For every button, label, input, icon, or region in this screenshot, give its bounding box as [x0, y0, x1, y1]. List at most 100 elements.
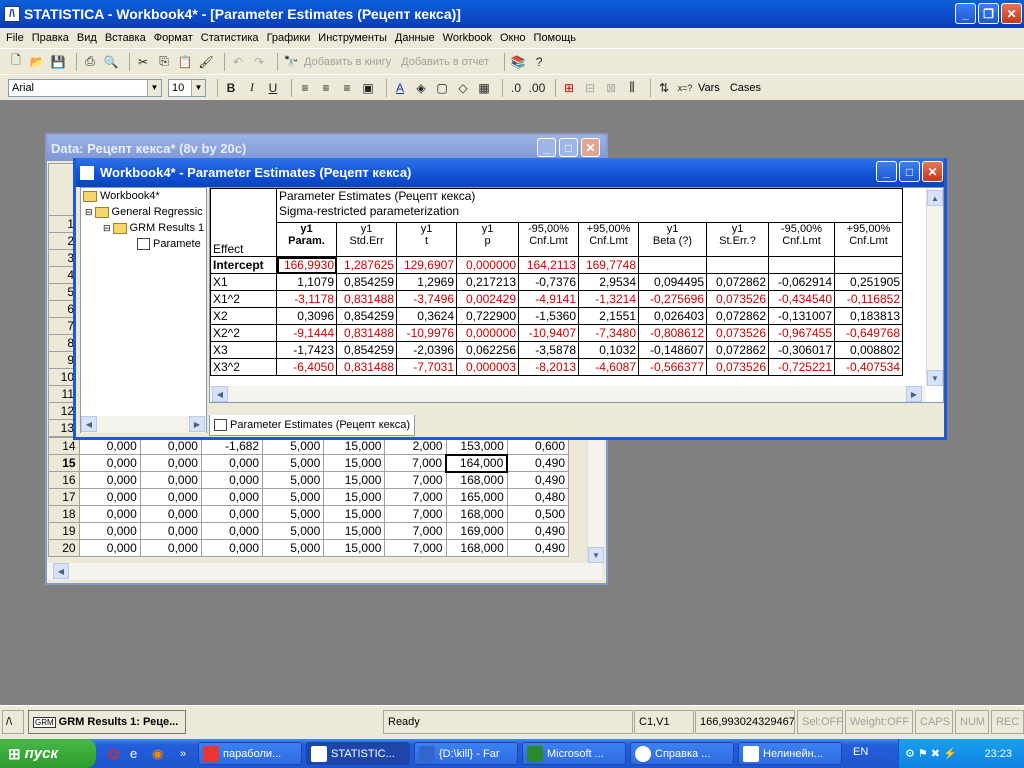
value-cell[interactable]: 0,000003 — [456, 358, 519, 376]
data-cell[interactable]: 7,000 — [384, 454, 447, 472]
data-cell[interactable]: 5,000 — [262, 454, 325, 472]
data-cell[interactable]: 164,000 — [445, 453, 509, 473]
merge-icon[interactable]: ▣ — [360, 80, 376, 96]
data-cell[interactable]: 153,000 — [445, 437, 508, 455]
chevron-down-icon[interactable]: ▼ — [147, 79, 161, 96]
value-cell[interactable]: -0,062914 — [768, 273, 835, 291]
align-left-icon[interactable]: ≡ — [297, 80, 313, 96]
value-cell[interactable]: -7,7031 — [396, 358, 457, 376]
menu-tools[interactable]: Инструменты — [318, 32, 387, 44]
scroll-down-icon[interactable]: ▼ — [588, 547, 604, 563]
table-icon[interactable]: ⊞ — [561, 80, 577, 96]
tree-horizontal-scrollbar[interactable]: ◀ ▶ — [81, 416, 206, 433]
value-cell[interactable] — [638, 256, 707, 274]
data-cell[interactable]: 0,480 — [506, 488, 570, 506]
value-cell[interactable]: -3,1178 — [276, 290, 337, 308]
data-cell[interactable]: 5,000 — [262, 437, 325, 455]
scroll-left-icon[interactable]: ◀ — [81, 416, 97, 432]
value-cell[interactable]: 0,072862 — [706, 341, 769, 359]
italic-button[interactable]: I — [244, 80, 260, 96]
column-header[interactable]: y1 p — [456, 222, 519, 257]
value-cell[interactable]: -0,649768 — [834, 324, 903, 342]
taskbar-item-statistica[interactable]: STATISTIC... — [306, 742, 410, 765]
value-cell[interactable]: -0,725221 — [768, 358, 835, 376]
value-cell[interactable]: -0,967455 — [768, 324, 835, 342]
report-vertical-scrollbar[interactable]: ▲ ▼ — [926, 188, 943, 386]
minimize-button[interactable]: _ — [537, 138, 556, 157]
underline-button[interactable]: U — [265, 80, 281, 96]
value-cell[interactable]: 1,1079 — [276, 273, 337, 291]
data-cell[interactable]: 15,000 — [323, 539, 386, 557]
data-cell[interactable]: 0,000 — [200, 488, 264, 506]
row-number[interactable]: 14 — [48, 437, 80, 455]
data-cell[interactable]: 15,000 — [323, 505, 386, 523]
value-cell[interactable]: 1,2969 — [396, 273, 457, 291]
format-painter-icon[interactable]: 🖌 — [198, 54, 214, 70]
statistica-app-icon[interactable]: /\ — [4, 6, 20, 22]
value-cell[interactable]: 0,1032 — [578, 341, 639, 359]
value-cell[interactable]: -0,407534 — [834, 358, 903, 376]
data-cell[interactable]: 5,000 — [262, 505, 325, 523]
row-number[interactable]: 15 — [48, 454, 80, 472]
value-cell[interactable]: 2,1551 — [578, 307, 639, 325]
find-icon[interactable]: 🔭 — [283, 54, 299, 70]
taskbar-item-excel[interactable]: Microsoft ... — [522, 742, 626, 765]
workbook-window-titlebar[interactable]: Workbook4* - Parameter Estimates (Рецепт… — [76, 158, 944, 187]
data-cell[interactable]: -1,682 — [200, 437, 264, 455]
scroll-left-icon[interactable]: ◀ — [212, 386, 228, 402]
save-icon[interactable]: 💾 — [50, 54, 66, 70]
value-cell[interactable]: 0,217213 — [456, 273, 519, 291]
minimize-button[interactable]: _ — [876, 161, 897, 182]
value-cell[interactable]: -4,9141 — [518, 290, 579, 308]
data-cell[interactable]: 7,000 — [384, 471, 447, 489]
data-cell[interactable]: 0,500 — [506, 505, 570, 523]
value-cell[interactable]: -0,566377 — [638, 358, 707, 376]
data-cell[interactable]: 0,000 — [78, 471, 141, 489]
data-cell[interactable]: 0,000 — [200, 454, 264, 472]
value-cell[interactable]: -8,2013 — [518, 358, 579, 376]
data-cell[interactable]: 0,000 — [139, 539, 202, 557]
scroll-down-icon[interactable]: ▼ — [927, 370, 943, 386]
value-cell[interactable]: 0,3096 — [276, 307, 337, 325]
value-cell[interactable]: 0,183813 — [834, 307, 903, 325]
add-to-report-button[interactable]: Добавить в отчет — [401, 56, 489, 68]
value-cell[interactable]: 0,854259 — [336, 341, 397, 359]
cases-menu[interactable]: Cases — [730, 82, 761, 94]
taskbar-item-help[interactable]: Справка ... — [630, 742, 734, 765]
effect-cell[interactable]: X1 — [210, 273, 277, 291]
data-cell[interactable]: 0,000 — [78, 488, 141, 506]
add-to-workbook-button[interactable]: Добавить в книгу — [304, 56, 391, 68]
fill-color-icon[interactable]: ◈ — [413, 80, 429, 96]
row-number[interactable]: 17 — [48, 488, 80, 506]
value-cell[interactable]: -0,434540 — [768, 290, 835, 308]
workbook-tree[interactable]: Workbook4* ⊟ General Regressic ⊟ GRM Resul… — [80, 187, 207, 433]
value-cell[interactable]: -1,5360 — [518, 307, 579, 325]
chevron-down-icon[interactable]: ▼ — [191, 79, 205, 96]
open-icon[interactable]: 📂 — [29, 54, 45, 70]
effect-cell[interactable]: Intercept — [210, 256, 277, 274]
collapse-icon[interactable]: ⊟ — [85, 207, 93, 218]
border-icon[interactable]: ▢ — [434, 80, 450, 96]
column-header[interactable]: +95,00% Cnf.Lmt — [834, 222, 903, 257]
value-cell[interactable]: -2,0396 — [396, 341, 457, 359]
value-cell[interactable] — [706, 256, 769, 274]
scroll-up-icon[interactable]: ▲ — [927, 190, 943, 206]
column-header[interactable]: +95,00% Cnf.Lmt — [578, 222, 639, 257]
data-cell[interactable]: 7,000 — [384, 539, 447, 557]
value-cell[interactable]: 0,831488 — [336, 324, 397, 342]
value-cell[interactable]: 0,072862 — [706, 273, 769, 291]
value-cell[interactable]: -10,9407 — [518, 324, 579, 342]
value-cell[interactable]: -6,4050 — [276, 358, 337, 376]
data-cell[interactable]: 0,000 — [139, 522, 202, 540]
data-cell[interactable]: 5,000 — [262, 522, 325, 540]
data-cell[interactable]: 0,490 — [506, 539, 570, 557]
value-cell[interactable]: -0,275696 — [638, 290, 707, 308]
close-button[interactable]: ✕ — [581, 138, 600, 157]
decrease-decimal-icon[interactable]: .00 — [529, 80, 546, 96]
row-number[interactable]: 20 — [48, 539, 80, 557]
column-header[interactable]: -95,00% Cnf.Lmt — [768, 222, 835, 257]
opera-icon[interactable]: O — [108, 746, 119, 762]
data-cell[interactable]: 0,000 — [78, 522, 141, 540]
workbook-icon[interactable] — [80, 165, 94, 180]
scroll-left-icon[interactable]: ◀ — [53, 563, 69, 579]
